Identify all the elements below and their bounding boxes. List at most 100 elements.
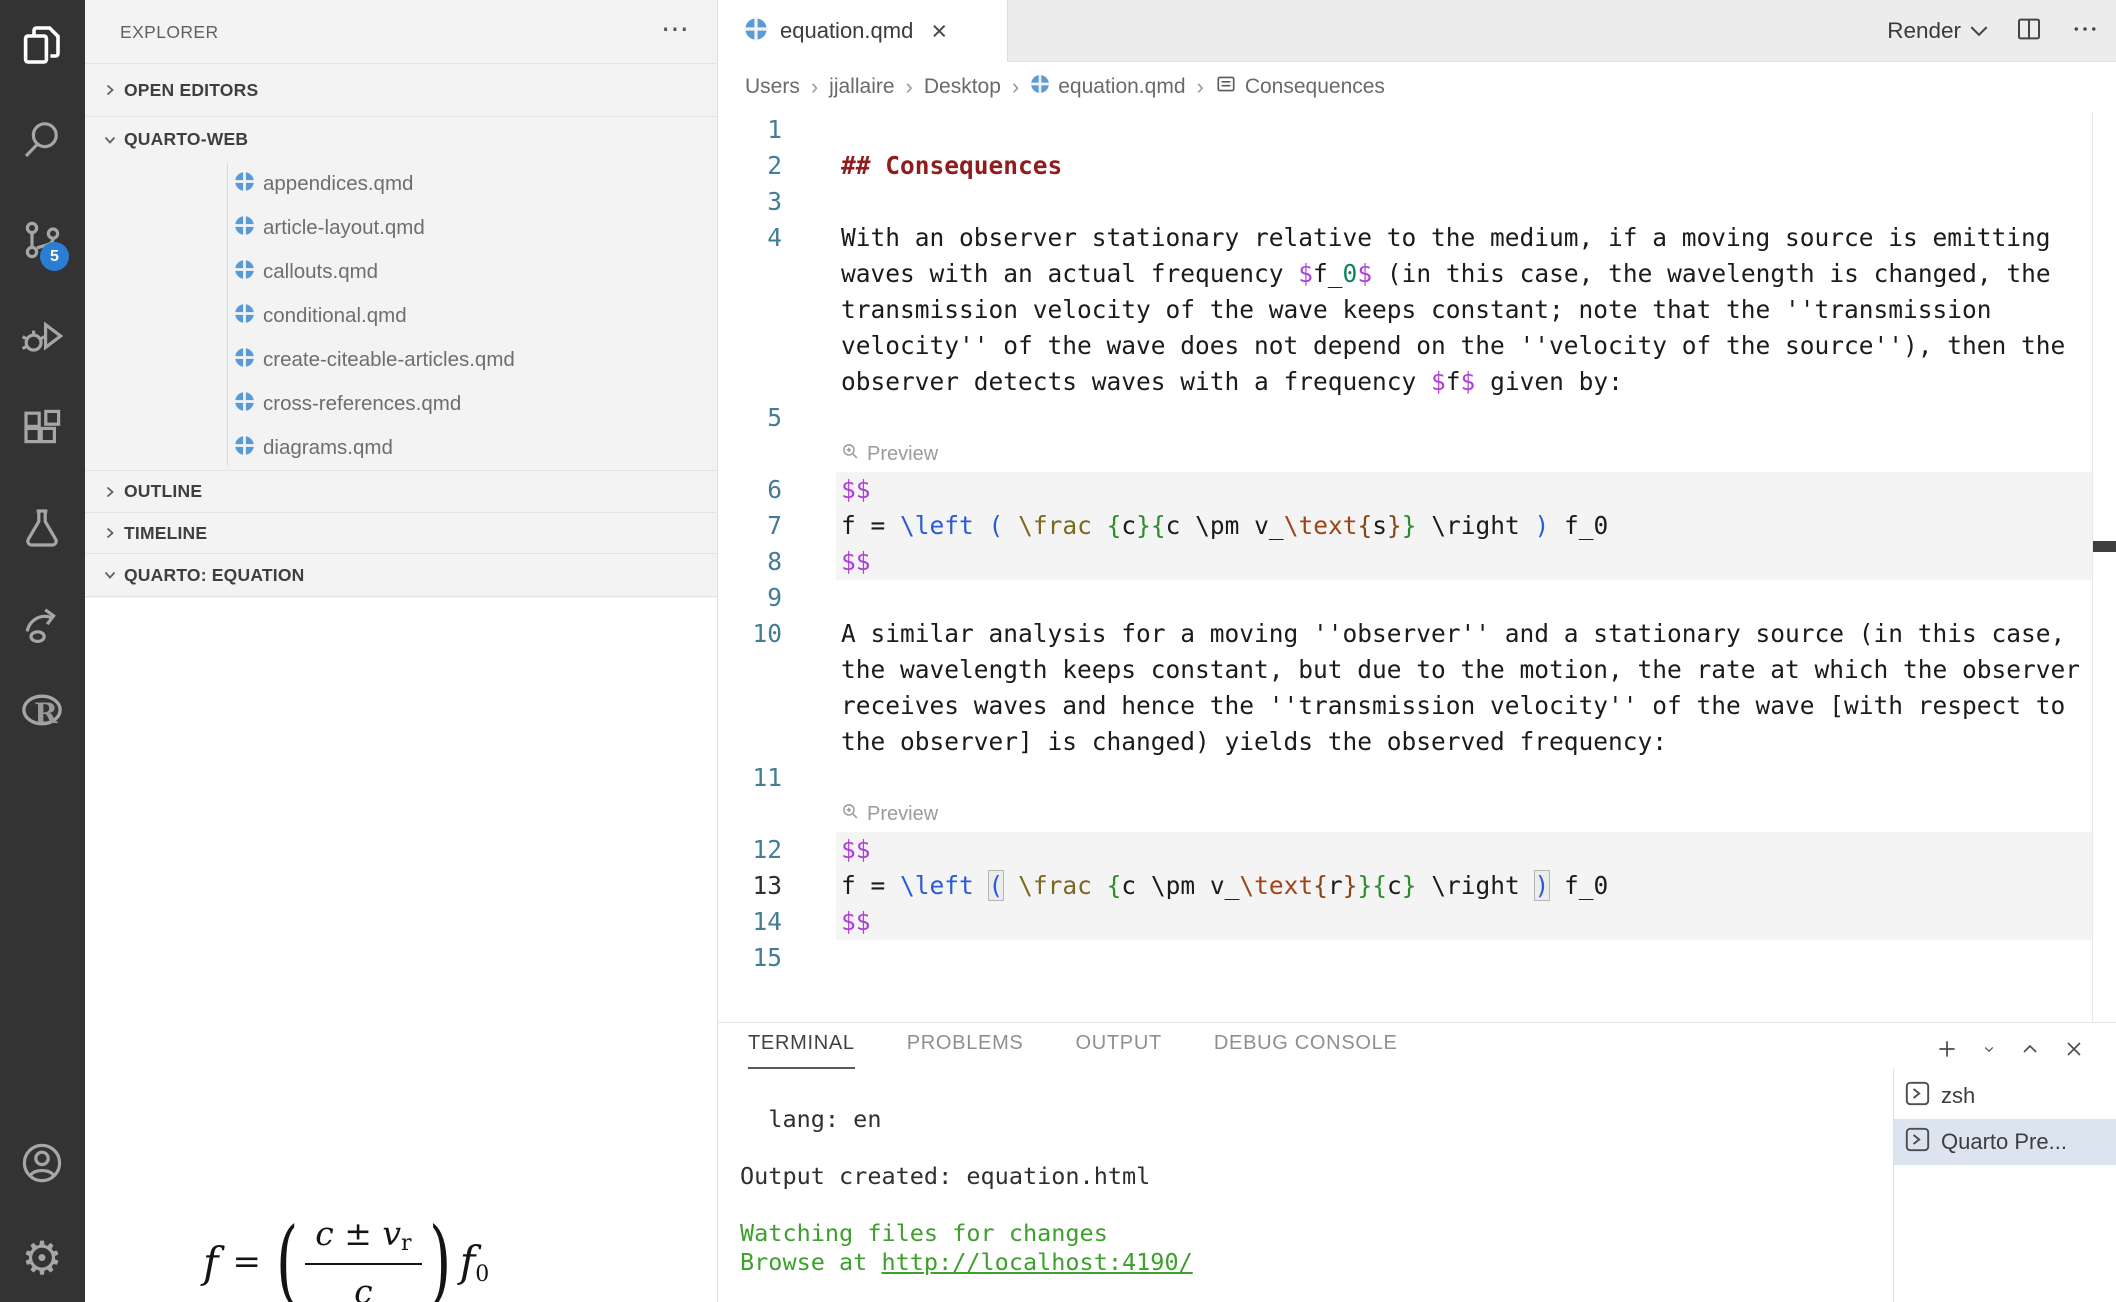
code-line[interactable]: waves with an actual frequency $f_0$ (in… (836, 256, 2092, 292)
panel-tab-output[interactable]: OUTPUT (1075, 1032, 1161, 1069)
quarto-file-icon (234, 303, 255, 329)
zoom-in-icon (841, 442, 860, 466)
r-language-icon[interactable]: R (14, 684, 70, 740)
render-button[interactable]: Render (1887, 18, 1988, 44)
section-outline[interactable]: OUTLINE (85, 470, 717, 512)
account-icon[interactable] (14, 1135, 70, 1191)
close-icon[interactable]: × (931, 18, 947, 45)
settings-gear-icon[interactable]: ⚙ (14, 1230, 70, 1286)
code-line[interactable]: the wavelength keeps constant, but due t… (836, 652, 2092, 688)
file-item-conditional[interactable]: conditional.qmd (85, 294, 717, 338)
line-number (718, 688, 790, 724)
editor-actions: Render (1887, 0, 2100, 62)
line-number (718, 292, 790, 328)
sidebar-more-icon[interactable]: ⋯ (661, 12, 689, 45)
breadcrumb-separator: › (906, 74, 913, 100)
file-item-create-citeable-articles[interactable]: create-citeable-articles.qmd (85, 338, 717, 382)
code-line[interactable]: f = \left ( \frac {c \pm v_\text{r}}{c} … (836, 868, 2092, 904)
panel-actions (1934, 1036, 2086, 1067)
vscode-window: 5 R ⚙ EXPLORER ⋯ OPEN EDITORS (0, 0, 2116, 1302)
code-line[interactable]: $$ (836, 544, 2092, 580)
breadcrumb-item[interactable]: Desktop (924, 75, 1001, 99)
code-line[interactable]: the observer] is changed) yields the obs… (836, 724, 2092, 760)
tab-equation-qmd[interactable]: equation.qmd × (718, 0, 1008, 62)
file-item-callouts[interactable]: callouts.qmd (85, 250, 717, 294)
code-line[interactable]: f = \left ( \frac {c}{c \pm v_\text{s}} … (836, 508, 2092, 544)
localhost-link[interactable]: http://localhost:4190/ (881, 1248, 1192, 1276)
file-item-diagrams[interactable]: diagrams.qmd (85, 426, 717, 470)
terminal-instance-zsh[interactable]: zsh (1894, 1073, 2116, 1119)
panel-tab-debug-console[interactable]: DEBUG CONSOLE (1214, 1032, 1398, 1069)
panel-tabs: TERMINAL PROBLEMS OUTPUT DEBUG CONSOLE (748, 1032, 1398, 1069)
breadcrumb-item[interactable]: Users (745, 75, 800, 99)
scm-badge: 5 (40, 242, 69, 271)
code-line[interactable]: receives waves and hence the ''transmiss… (836, 688, 2092, 724)
code-line[interactable] (836, 112, 2092, 148)
terminal-output[interactable]: lang: enOutput created: equation.htmlWat… (740, 1105, 1193, 1276)
code-line[interactable]: velocity'' of the wave does not depend o… (836, 328, 2092, 364)
line-number: 7 (718, 508, 790, 544)
close-panel-icon[interactable] (2062, 1037, 2086, 1066)
code-line[interactable]: With an observer stationary relative to … (836, 220, 2092, 256)
more-actions-icon[interactable] (2070, 14, 2100, 49)
split-editor-icon[interactable] (2014, 14, 2044, 49)
file-item-article-layout[interactable]: article-layout.qmd (85, 206, 717, 250)
breadcrumb-item[interactable]: jjallaire (829, 75, 894, 99)
section-quarto-equation[interactable]: QUARTO: EQUATION (85, 553, 717, 597)
line-number (718, 364, 790, 400)
code-line[interactable]: A similar analysis for a moving ''observ… (836, 616, 2092, 652)
code-line[interactable] (836, 400, 2092, 436)
code-line[interactable]: $$ (836, 904, 2092, 940)
terminal-instance-quarto-pre-[interactable]: Quarto Pre... (1894, 1119, 2116, 1165)
code-line[interactable]: $$ (836, 472, 2092, 508)
section-quarto-web[interactable]: QUARTO-WEB (85, 116, 717, 162)
panel-tab-problems[interactable]: PROBLEMS (907, 1032, 1024, 1069)
preview-codelens[interactable]: Preview (836, 436, 2092, 472)
chevron-right-icon (102, 525, 118, 541)
symbol-section-icon (1215, 73, 1237, 101)
zoom-in-icon (841, 802, 860, 826)
terminal-icon (1904, 1080, 1931, 1112)
quarto-preview-icon[interactable] (14, 597, 70, 653)
code-line[interactable] (836, 940, 2092, 976)
editor-code-area[interactable]: ## Consequences With an observer stationa… (836, 112, 2092, 976)
code-line[interactable] (836, 184, 2092, 220)
overview-ruler-marker (2093, 541, 2116, 552)
file-item-appendices[interactable]: appendices.qmd (85, 162, 717, 206)
line-number: 2 (718, 148, 790, 184)
search-icon[interactable] (14, 112, 70, 168)
file-item-cross-references[interactable]: cross-references.qmd (85, 382, 717, 426)
line-number (718, 328, 790, 364)
line-number: 5 (718, 400, 790, 436)
testing-beaker-icon[interactable] (14, 500, 70, 556)
code-line[interactable] (836, 580, 2092, 616)
quarto-file-icon (234, 215, 255, 241)
editor-tab-bar: equation.qmd × Render (718, 0, 2116, 62)
code-line[interactable]: transmission velocity of the wave keeps … (836, 292, 2092, 328)
preview-codelens[interactable]: Preview (836, 796, 2092, 832)
line-number: 9 (718, 580, 790, 616)
line-number (718, 652, 790, 688)
terminal-line: Output created: equation.html (740, 1162, 1193, 1191)
quarto-file-icon (744, 17, 768, 46)
terminal-list: zshQuarto Pre... (1893, 1069, 2116, 1302)
section-timeline[interactable]: TIMELINE (85, 512, 717, 553)
terminal-dropdown-icon[interactable] (1980, 1040, 1998, 1063)
panel-tab-terminal[interactable]: TERMINAL (748, 1032, 855, 1069)
section-open-editors[interactable]: OPEN EDITORS (85, 63, 717, 116)
breadcrumb-item[interactable]: equation.qmd (1030, 74, 1185, 100)
explorer-icon[interactable] (14, 17, 70, 73)
code-line[interactable]: $$ (836, 832, 2092, 868)
maximize-panel-icon[interactable] (2018, 1037, 2042, 1066)
terminal-line: lang: en (740, 1105, 1193, 1134)
extensions-icon[interactable] (14, 402, 70, 458)
terminal-line: Browse at http://localhost:4190/ (740, 1248, 1193, 1277)
svg-text:R: R (34, 697, 58, 730)
run-debug-icon[interactable] (14, 308, 70, 364)
code-line[interactable]: ## Consequences (836, 148, 2092, 184)
code-line[interactable]: observer detects waves with a frequency … (836, 364, 2092, 400)
quarto-file-icon (234, 259, 255, 285)
breadcrumb-item[interactable]: Consequences (1215, 73, 1385, 101)
new-terminal-icon[interactable] (1934, 1036, 1960, 1067)
code-line[interactable] (836, 760, 2092, 796)
